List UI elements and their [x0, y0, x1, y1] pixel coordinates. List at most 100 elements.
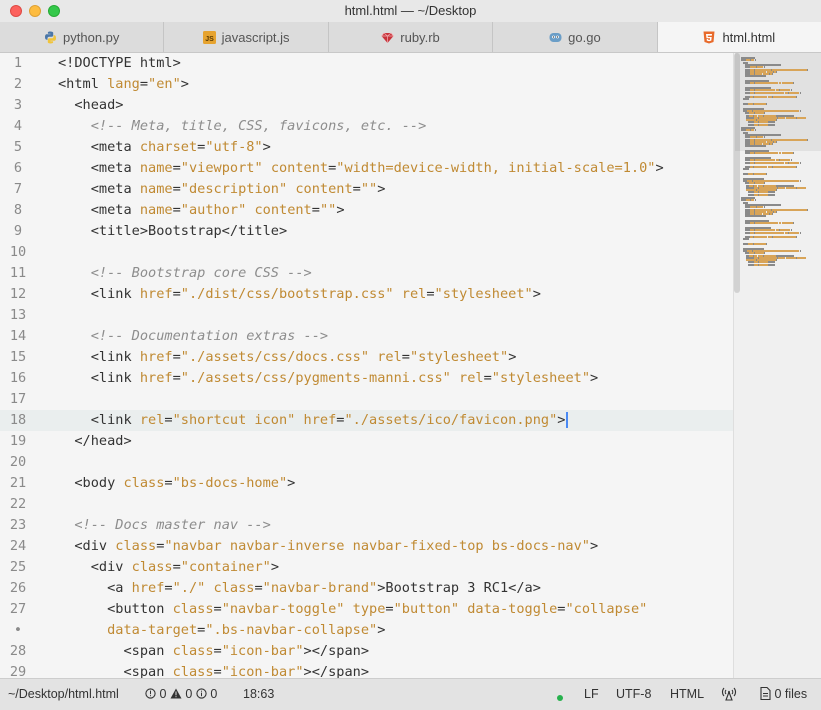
line-ending-selector[interactable]: LF [584, 687, 599, 701]
code-text: <div class="container"> [58, 557, 279, 578]
code-line[interactable]: 21 <body class="bs-docs-home"> [0, 473, 733, 494]
code-attribute: class [172, 664, 214, 678]
code-line[interactable]: 16 <link href="./assets/css/pygments-man… [0, 368, 733, 389]
file-path[interactable]: ~/Desktop/html.html [8, 687, 119, 701]
minimap-line [782, 82, 794, 85]
minimap-line [799, 109, 801, 112]
minimap-line [776, 70, 777, 73]
code-line[interactable]: 29 <span class="icon-bar"></span> [0, 662, 733, 678]
minimap-line [771, 213, 773, 216]
vertical-scrollbar[interactable] [734, 53, 740, 293]
grammar-selector[interactable]: HTML [670, 687, 704, 701]
code-token: = [426, 286, 435, 302]
code-line[interactable]: 27 <button class="navbar-toggle" type="b… [0, 599, 733, 620]
line-number: 11 [9, 265, 27, 281]
minimap[interactable] [733, 53, 821, 678]
code-attribute: "stylesheet" [491, 370, 591, 386]
minimap-line [742, 238, 750, 241]
encoding-selector[interactable]: UTF-8 [616, 687, 651, 701]
minimap-line [759, 193, 768, 196]
github-files[interactable]: 0 files [760, 686, 807, 701]
minimap-line [788, 91, 800, 94]
code-line[interactable]: 18 <link rel="shortcut icon" href="./ass… [0, 410, 733, 431]
code-line[interactable]: 10 [0, 242, 733, 263]
minimap-line [799, 179, 801, 182]
code-line[interactable]: 17 [0, 389, 733, 410]
code-line[interactable]: • data-target=".bs-navbar-collapse"> [0, 620, 733, 641]
broadcast-icon[interactable] [720, 685, 738, 704]
code-token: <link [58, 370, 140, 386]
minimap-line [799, 91, 801, 94]
diagnostics[interactable]: 0 0 0 [145, 687, 217, 701]
git-status-dot [557, 690, 563, 704]
code-line[interactable]: 4 <!-- Meta, title, CSS, favicons, etc. … [0, 116, 733, 137]
code-line[interactable]: 25 <div class="container"> [0, 557, 733, 578]
tab-ruby[interactable]: ruby.rb [329, 22, 494, 52]
code-attribute: name [139, 181, 173, 197]
code-text: <link href="./assets/css/docs.css" rel="… [58, 347, 517, 368]
code-line[interactable]: 3 <head> [0, 95, 733, 116]
code-attribute: href [139, 370, 173, 386]
code-line[interactable]: 7 <meta name="description" content=""> [0, 179, 733, 200]
code-text: <!DOCTYPE html> [58, 53, 181, 74]
code-line[interactable]: 15 <link href="./assets/css/docs.css" re… [0, 347, 733, 368]
code-token: ></span> [303, 664, 370, 678]
code-line[interactable]: 13 [0, 305, 733, 326]
code-comment: <!-- Meta, title, CSS, favicons, etc. --… [90, 118, 427, 134]
code-line[interactable]: 1 <!DOCTYPE html> [0, 53, 733, 74]
line-number: 13 [9, 307, 27, 323]
line-number: 29 [9, 664, 27, 678]
code-token: > [287, 475, 296, 491]
code-line[interactable]: 23 <!-- Docs master nav --> [0, 515, 733, 536]
minimap-line [771, 143, 773, 146]
svg-text:JS: JS [205, 36, 214, 43]
line-number: 3 [13, 97, 23, 113]
code-line[interactable]: 6 <meta name="viewport" content="width=d… [0, 158, 733, 179]
code-attribute: type [352, 601, 386, 617]
tab-html[interactable]: html.html [657, 22, 821, 52]
code-attribute: "button" [393, 601, 460, 617]
code-line[interactable]: 20 [0, 452, 733, 473]
line-number: 10 [9, 244, 27, 260]
code-token: > [655, 160, 664, 176]
tab-python[interactable]: python.py [0, 22, 165, 52]
line-number: 15 [9, 349, 27, 365]
code-attribute: "viewport" [180, 160, 263, 176]
code-attribute: "./assets/css/pygments-manni.css" [180, 370, 451, 386]
minimap-line [793, 152, 795, 155]
code-line[interactable]: 19 </head> [0, 431, 733, 452]
code-token: = [164, 475, 173, 491]
code-line[interactable]: 26 <a href="./" class="navbar-brand">Boo… [0, 578, 733, 599]
line-number: 5 [13, 139, 23, 155]
code-comment: <!-- Bootstrap core CSS --> [90, 265, 312, 281]
code-line[interactable]: 28 <span class="icon-bar"></span> [0, 641, 733, 662]
tab-javascript[interactable]: JS javascript.js [164, 22, 329, 52]
code-attribute: "bs-docs-home" [172, 475, 288, 491]
line-number: 4 [13, 118, 23, 134]
code-line[interactable]: 5 <meta charset="utf-8"> [0, 137, 733, 158]
code-attribute: "collapse" [565, 601, 648, 617]
code-line[interactable]: 11 <!-- Bootstrap core CSS --> [0, 263, 733, 284]
code-text: <span class="icon-bar"></span> [58, 662, 369, 678]
code-attribute: data-toggle [467, 601, 558, 617]
code-token: = [164, 412, 173, 428]
code-line[interactable]: 14 <!-- Documentation extras --> [0, 326, 733, 347]
code-line[interactable]: 2 <html lang="en"> [0, 74, 733, 95]
tab-label: go.go [568, 29, 601, 45]
code-line[interactable]: 24 <div class="navbar navbar-inverse nav… [0, 536, 733, 557]
code-editor[interactable]: 1 <!DOCTYPE html> 2 <html lang="en"> 3 <head… [0, 53, 733, 678]
minimap-line [796, 186, 806, 189]
minimap-line [799, 161, 801, 164]
line-number: 19 [9, 433, 27, 449]
code-text: <meta charset="utf-8"> [58, 137, 271, 158]
code-text: <meta name="author" content=""> [58, 200, 345, 221]
code-line[interactable]: 9 <title>Bootstrap</title> [0, 221, 733, 242]
code-line[interactable]: 8 <meta name="author" content=""> [0, 200, 733, 221]
code-line[interactable]: 12 <link href="./dist/css/bootstrap.css"… [0, 284, 733, 305]
cursor-position[interactable]: 18:63 [243, 687, 274, 701]
tab-go[interactable]: go.go [493, 22, 658, 52]
code-attribute: content [295, 181, 353, 197]
code-attribute: "stylesheet" [409, 349, 509, 365]
code-line[interactable]: 22 [0, 494, 733, 515]
code-text: <!-- Docs master nav --> [58, 515, 270, 536]
